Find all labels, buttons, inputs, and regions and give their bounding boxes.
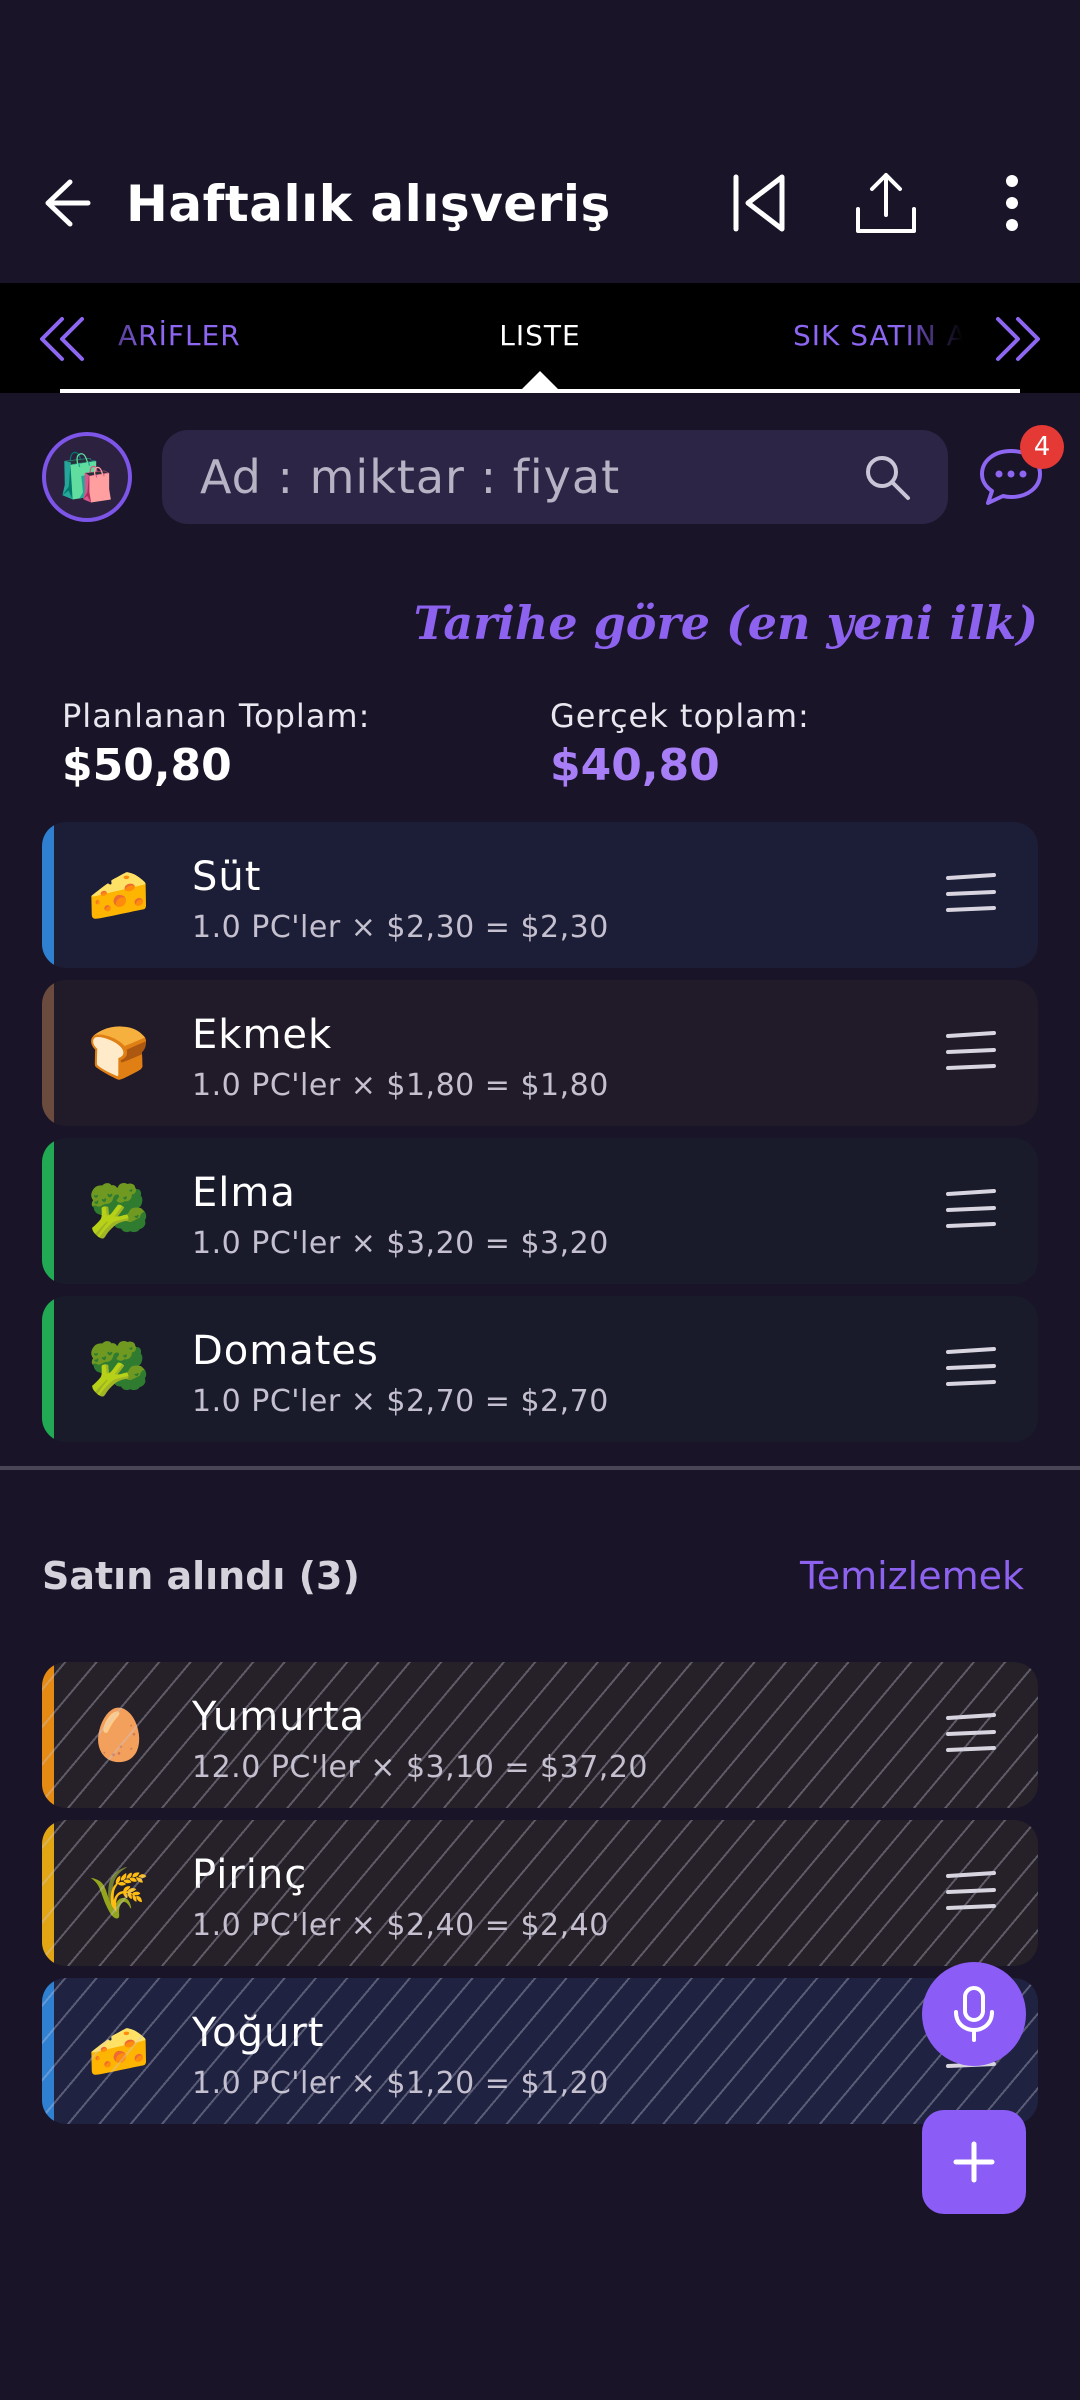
list-item[interactable]: 🥦 Domates 1.0 PC'ler × $2,70 = $2,70 [42,1296,1038,1442]
clear-purchased-button[interactable]: Temizlemek [800,1554,1024,1598]
item-detail: 1.0 PC'ler × $3,20 = $3,20 [192,1226,609,1261]
actual-total-value: $40,80 [550,740,720,791]
drag-handle-icon[interactable] [944,870,998,920]
list-item[interactable]: 🥦 Elma 1.0 PC'ler × $3,20 = $3,20 [42,1138,1038,1284]
search-icon[interactable] [862,452,912,502]
sort-order-label[interactable]: Tarihe göre (en yeni ilk) [414,596,1038,650]
app-bar: Haftalık alışveriş [0,0,1080,283]
planned-total-label: Planlanan Toplam: [62,697,371,735]
purchased-section-title: Satın alındı (3) [42,1554,360,1598]
list-item[interactable]: 🧀 Süt 1.0 PC'ler × $2,30 = $2,30 [42,822,1038,968]
tab-caret [520,371,560,391]
purchased-strikethrough-overlay [42,1662,1038,1808]
item-detail: 1.0 PC'ler × $1,80 = $1,80 [192,1068,609,1103]
category-stripe [42,1296,54,1442]
skip-to-start-icon[interactable] [722,165,798,241]
planned-total-value: $50,80 [62,740,232,791]
section-divider [0,1466,1080,1470]
tab-bar: ARİFLER LISTE SIK SATIN A [0,283,1080,393]
category-icon: 🍞 [87,1024,151,1082]
category-icon: 🥦 [87,1182,151,1240]
search-box[interactable]: Ad : miktar : fiyat [162,430,948,524]
page-title: Haftalık alışveriş [126,175,611,233]
category-icon: 🥦 [87,1340,151,1398]
category-stripe [42,822,54,968]
item-name: Domates [192,1328,379,1374]
purchased-strikethrough-overlay [42,1820,1038,1966]
chat-badge: 4 [1020,425,1064,469]
add-item-button[interactable] [922,2110,1026,2214]
category-stripe [42,1138,54,1284]
item-name: Süt [192,854,262,900]
category-icon: 🧀 [87,866,151,924]
more-options-icon[interactable] [974,165,1050,241]
double-chevron-left-icon[interactable] [34,311,90,367]
share-icon[interactable] [848,165,924,241]
purchased-strikethrough-overlay [42,1978,1038,2124]
back-arrow-icon[interactable] [30,170,96,236]
drag-handle-icon[interactable] [944,1028,998,1078]
voice-input-button[interactable] [922,1962,1026,2066]
item-detail: 1.0 PC'ler × $2,30 = $2,30 [192,910,609,945]
list-item[interactable]: 🍞 Ekmek 1.0 PC'ler × $1,80 = $1,80 [42,980,1038,1126]
actual-total-label: Gerçek toplam: [550,697,810,735]
purchased-item[interactable]: 🥚Yumurta12.0 PC'ler × $3,10 = $37,20 [42,1662,1038,1808]
tab-fade-right [900,283,990,393]
item-name: Elma [192,1170,296,1216]
item-name: Ekmek [192,1012,333,1058]
shopping-bag-icon[interactable]: 🛍️ [42,432,132,522]
purchased-item[interactable]: 🧀Yoğurt1.0 PC'ler × $1,20 = $1,20 [42,1978,1038,2124]
drag-handle-icon[interactable] [944,1186,998,1236]
item-detail: 1.0 PC'ler × $2,70 = $2,70 [192,1384,609,1419]
category-stripe [42,980,54,1126]
drag-handle-icon[interactable] [944,1344,998,1394]
microphone-icon [954,1986,994,2042]
plus-icon [953,2141,995,2183]
purchased-item[interactable]: 🌾Pirinç1.0 PC'ler × $2,40 = $2,40 [42,1820,1038,1966]
search-input[interactable]: Ad : miktar : fiyat [200,450,620,504]
double-chevron-right-icon[interactable] [990,311,1046,367]
